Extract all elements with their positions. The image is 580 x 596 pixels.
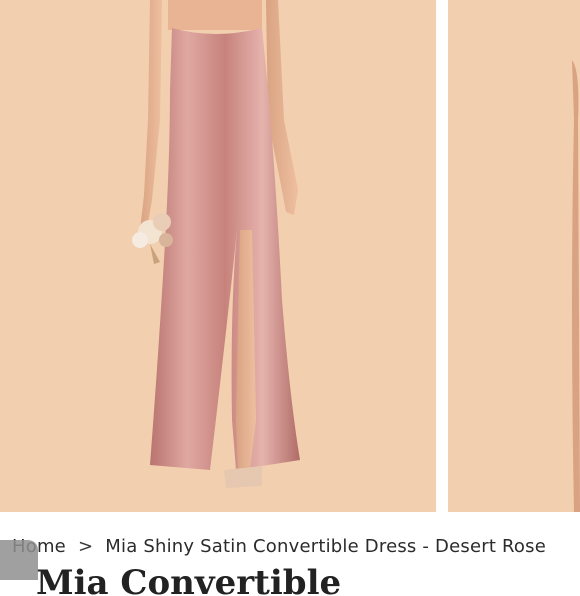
product-image-main[interactable] xyxy=(0,0,436,512)
breadcrumb-separator: > xyxy=(77,535,94,557)
breadcrumb-current-page: Mia Shiny Satin Convertible Dress - Dese… xyxy=(105,535,546,557)
product-image-next[interactable] xyxy=(448,0,580,512)
next-photo-illustration xyxy=(572,60,580,512)
scroll-back-button[interactable] xyxy=(0,540,38,580)
product-title: Mia Convertible xyxy=(36,566,342,596)
breadcrumb: Home > Mia Shiny Satin Convertible Dress… xyxy=(0,530,580,562)
product-image-gallery[interactable] xyxy=(0,0,580,512)
dress-photo-illustration xyxy=(132,0,300,488)
